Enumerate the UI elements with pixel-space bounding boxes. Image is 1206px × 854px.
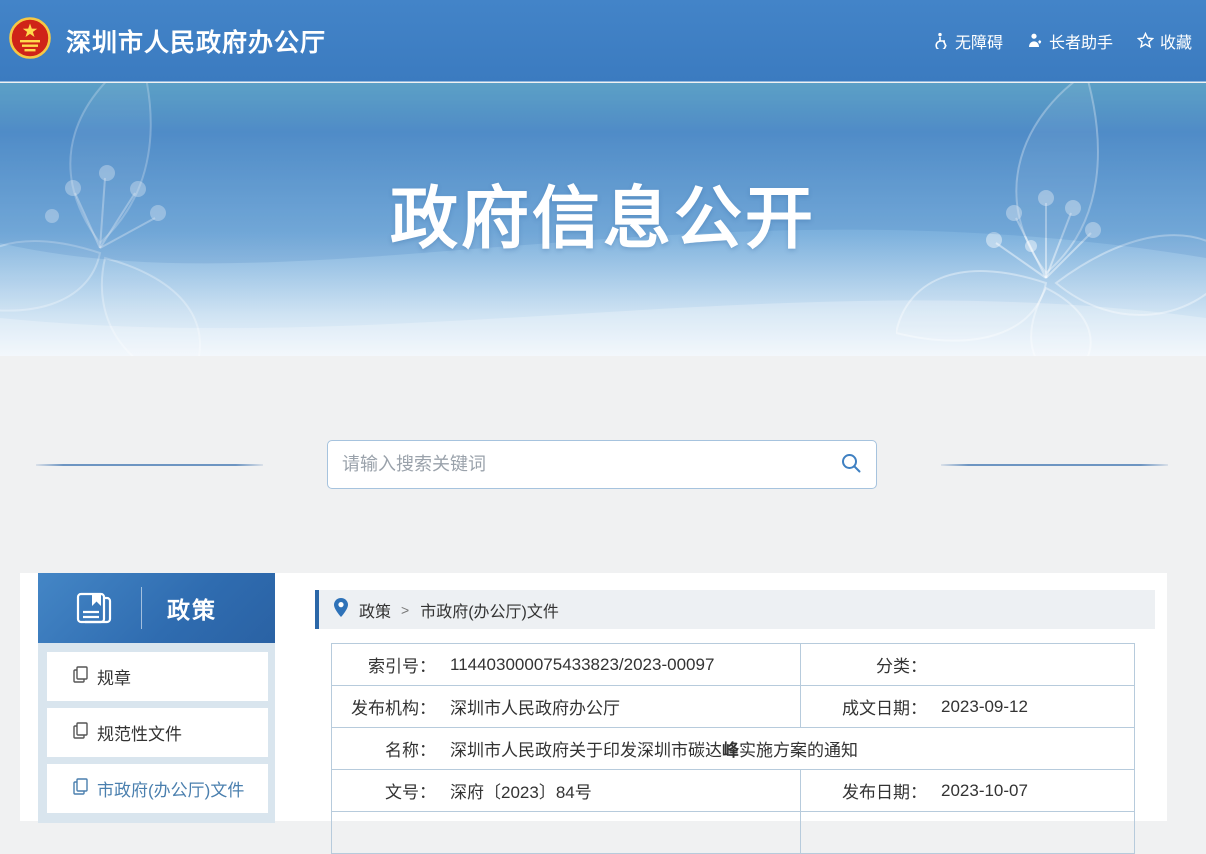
document-name-label: 名称： <box>332 736 436 761</box>
table-row <box>332 812 1135 854</box>
accessibility-icon <box>932 32 949 49</box>
policy-book-icon <box>74 586 114 631</box>
written-date-value: 2023-09-12 <box>941 697 1028 717</box>
issuing-agency-value: 深圳市人民政府办公厅 <box>450 694 620 719</box>
document-name-value: 深圳市人民政府关于印发深圳市碳达峰实施方案的通知 <box>450 736 858 761</box>
sidebar-header-divider <box>141 587 142 629</box>
search-box <box>327 440 877 489</box>
sidebar-item-regulations[interactable]: 规章 <box>47 652 268 701</box>
accessibility-label: 无障碍 <box>955 29 1003 53</box>
favorite-label: 收藏 <box>1160 29 1192 53</box>
location-pin-icon <box>334 598 348 622</box>
sidebar: 政策 规章 规范性文件 <box>38 573 275 823</box>
site-logo-link[interactable]: 深圳市人民政府办公厅 <box>9 15 326 66</box>
star-icon <box>1137 32 1154 49</box>
sidebar-item-municipal-documents[interactable]: 市政府(办公厅)文件 <box>47 764 268 813</box>
document-name-suffix: 实施方案的通知 <box>739 741 858 760</box>
site-title: 深圳市人民政府办公厅 <box>66 23 326 59</box>
main-content: 政策 > 市政府(办公厅)文件 索引号： 114403000075433823/… <box>315 590 1155 854</box>
banner: 政府信息公开 <box>0 83 1206 356</box>
category-label: 分类： <box>801 652 927 677</box>
sidebar-item-label: 规范性文件 <box>97 720 182 745</box>
document-name-prefix: 深圳市人民政府关于印发深圳市碳达 <box>450 741 722 760</box>
favorite-link[interactable]: 收藏 <box>1137 29 1192 53</box>
national-emblem-icon <box>9 15 51 66</box>
document-icon <box>73 778 88 800</box>
document-name-highlight: 峰 <box>722 741 739 760</box>
table-row: 文号： 深府〔2023〕84号 发布日期： 2023-10-07 <box>332 770 1135 812</box>
sidebar-title: 政策 <box>167 591 217 625</box>
table-row: 名称： 深圳市人民政府关于印发深圳市碳达峰实施方案的通知 <box>332 728 1135 770</box>
index-number-label: 索引号： <box>332 652 436 677</box>
publish-date-label: 发布日期： <box>801 778 927 803</box>
accessibility-link[interactable]: 无障碍 <box>932 29 1003 53</box>
breadcrumb-root[interactable]: 政策 <box>359 598 391 622</box>
elder-assist-label: 长者助手 <box>1049 29 1113 53</box>
document-meta-table: 索引号： 114403000075433823/2023-00097 分类： 发… <box>331 643 1135 854</box>
decor-line-left <box>36 464 263 466</box>
table-row: 索引号： 114403000075433823/2023-00097 分类： <box>332 644 1135 686</box>
issuing-agency-label: 发布机构： <box>332 694 436 719</box>
breadcrumb-separator: > <box>401 602 409 618</box>
top-header: 深圳市人民政府办公厅 无障碍 长者助手 <box>0 0 1206 82</box>
sidebar-menu: 规章 规范性文件 市政府(办公厅)文件 <box>38 643 275 823</box>
document-icon <box>73 722 88 744</box>
document-icon <box>73 666 88 688</box>
breadcrumb-current: 市政府(办公厅)文件 <box>420 598 559 622</box>
breadcrumb: 政策 > 市政府(办公厅)文件 <box>315 590 1155 629</box>
sidebar-item-label: 市政府(办公厅)文件 <box>97 776 244 801</box>
document-number-value: 深府〔2023〕84号 <box>450 778 592 803</box>
elder-assist-icon <box>1027 33 1043 49</box>
publish-date-value: 2023-10-07 <box>941 781 1028 801</box>
page-title: 政府信息公开 <box>0 163 1206 262</box>
content-panel: 政策 规章 规范性文件 <box>20 573 1167 821</box>
search-icon <box>840 452 862 477</box>
table-row: 发布机构： 深圳市人民政府办公厅 成文日期： 2023-09-12 <box>332 686 1135 728</box>
index-number-value: 114403000075433823/2023-00097 <box>450 655 714 675</box>
sidebar-item-label: 规章 <box>97 664 131 689</box>
elder-assist-link[interactable]: 长者助手 <box>1027 29 1113 53</box>
sidebar-item-normative-documents[interactable]: 规范性文件 <box>47 708 268 757</box>
search-section <box>0 356 1206 573</box>
search-button[interactable] <box>826 441 876 488</box>
document-number-label: 文号： <box>332 778 436 803</box>
sidebar-header: 政策 <box>38 573 275 643</box>
header-utility-links: 无障碍 长者助手 收藏 <box>932 29 1192 53</box>
written-date-label: 成文日期： <box>801 694 927 719</box>
decor-line-right <box>941 464 1168 466</box>
search-input[interactable] <box>328 441 826 488</box>
